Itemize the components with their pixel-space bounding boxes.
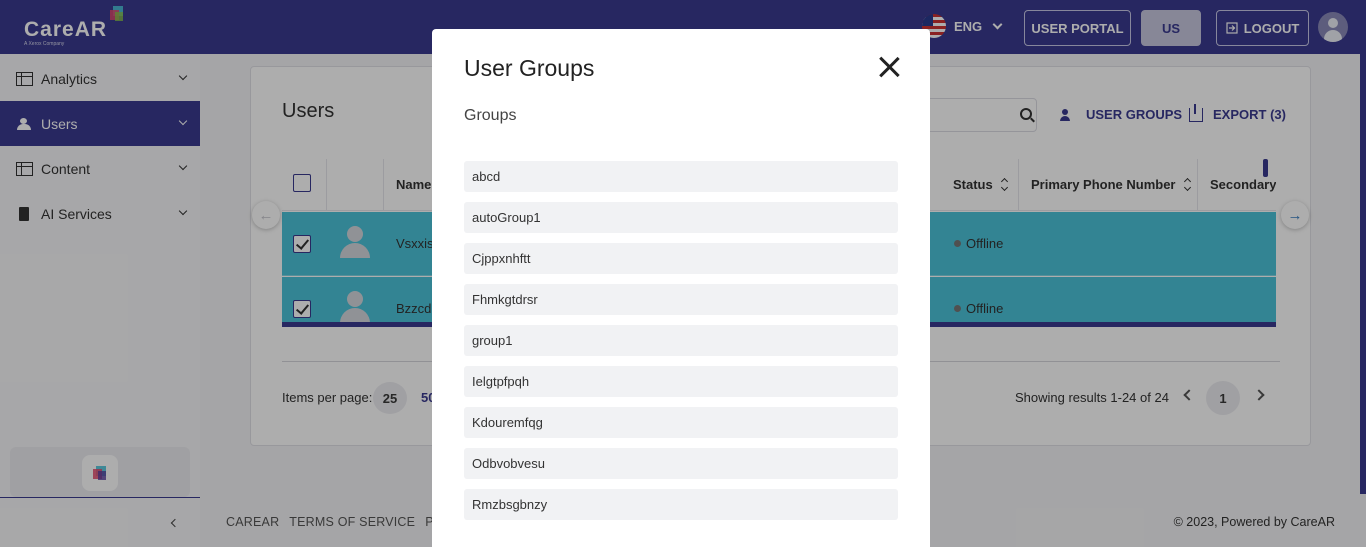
user-groups-dialog: User Groups Groups abcd autoGroup1 Cjppx…: [432, 29, 930, 547]
list-item[interactable]: autoGroup1: [464, 202, 898, 233]
group-list: abcd autoGroup1 Cjppxnhftt Fhmkgtdrsr gr…: [464, 161, 898, 530]
list-item[interactable]: group1: [464, 325, 898, 356]
list-item[interactable]: Odbvobvesu: [464, 448, 898, 479]
list-item[interactable]: Rmzbsgbnzy: [464, 489, 898, 520]
list-item[interactable]: abcd: [464, 161, 898, 192]
close-icon[interactable]: [878, 56, 900, 78]
list-item[interactable]: Ielgtpfpqh: [464, 366, 898, 397]
dialog-title: User Groups: [464, 55, 595, 81]
list-item[interactable]: Cjppxnhftt: [464, 243, 898, 274]
dialog-subtitle: Groups: [464, 107, 517, 124]
list-item[interactable]: Fhmkgtdrsr: [464, 284, 898, 315]
list-item[interactable]: Kdouremfqg: [464, 407, 898, 438]
